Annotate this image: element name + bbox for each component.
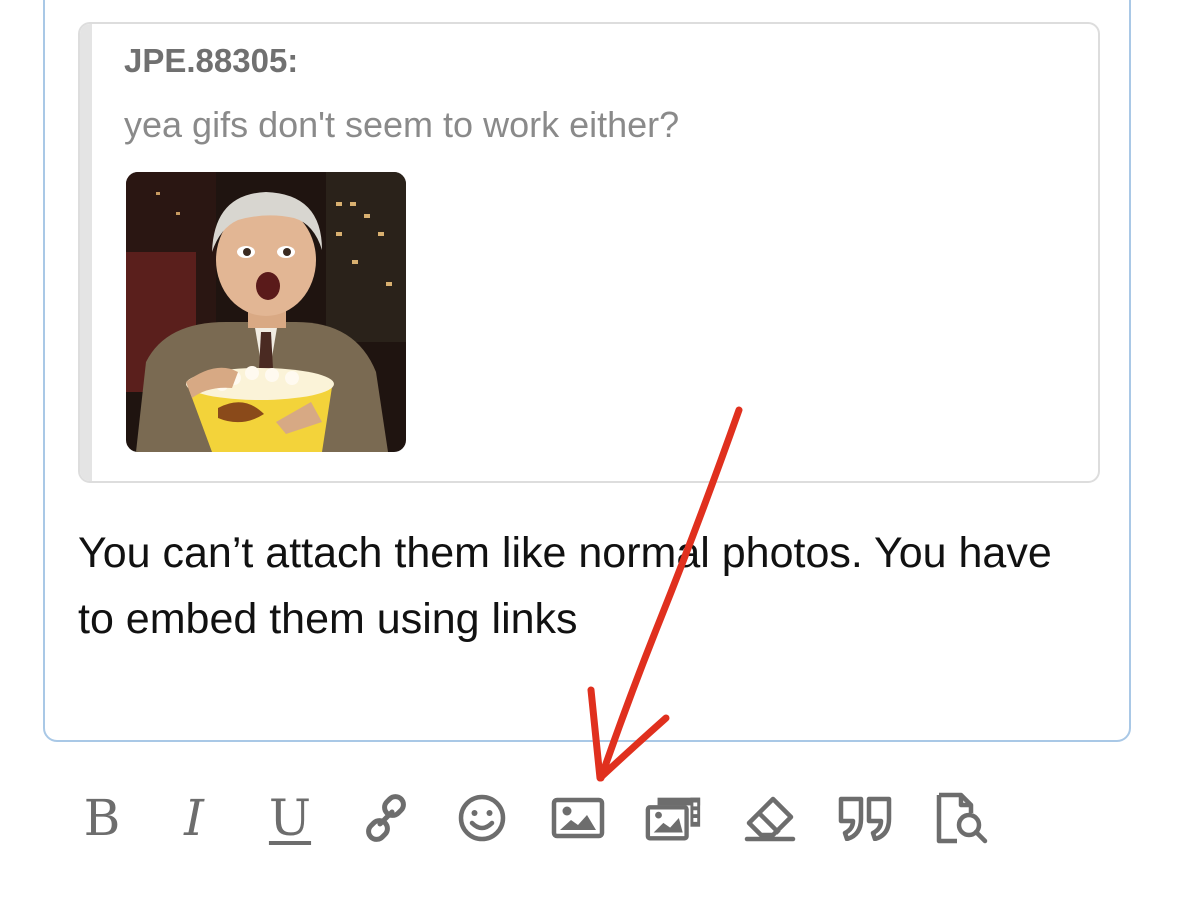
gallery-icon [645,797,701,841]
italic-button[interactable]: I [164,786,224,850]
preview-icon [936,792,988,844]
bold-icon: B [83,789,121,847]
link-icon [366,794,406,842]
clear-formatting-button[interactable] [740,786,800,850]
preview-button[interactable] [932,786,992,850]
image-icon [551,797,605,839]
quote-text: yea gifs don't seem to work either? [124,104,680,145]
underline-icon: U [268,789,312,847]
emoji-icon [458,794,506,842]
reply-body-text[interactable]: You can’t attach them like normal photos… [78,520,1098,652]
quote-accent-bar [80,24,92,481]
emoji-button[interactable] [452,786,512,850]
bold-button[interactable]: B [72,786,132,850]
quote-author: JPE.88305: [124,42,299,79]
gallery-button[interactable] [644,786,704,850]
quoted-gif-image [126,172,406,452]
link-button[interactable] [356,786,416,850]
underline-button[interactable]: U [260,786,320,850]
quoted-post: JPE.88305: yea gifs don't seem to work e… [78,22,1100,483]
quote-button[interactable] [836,786,896,850]
italic-icon: I [184,789,204,847]
insert-image-button[interactable] [548,786,608,850]
reply-editor-screen: JPE.88305: yea gifs don't seem to work e… [0,0,1179,899]
quote-icon [838,796,892,841]
eraser-icon [744,796,796,842]
